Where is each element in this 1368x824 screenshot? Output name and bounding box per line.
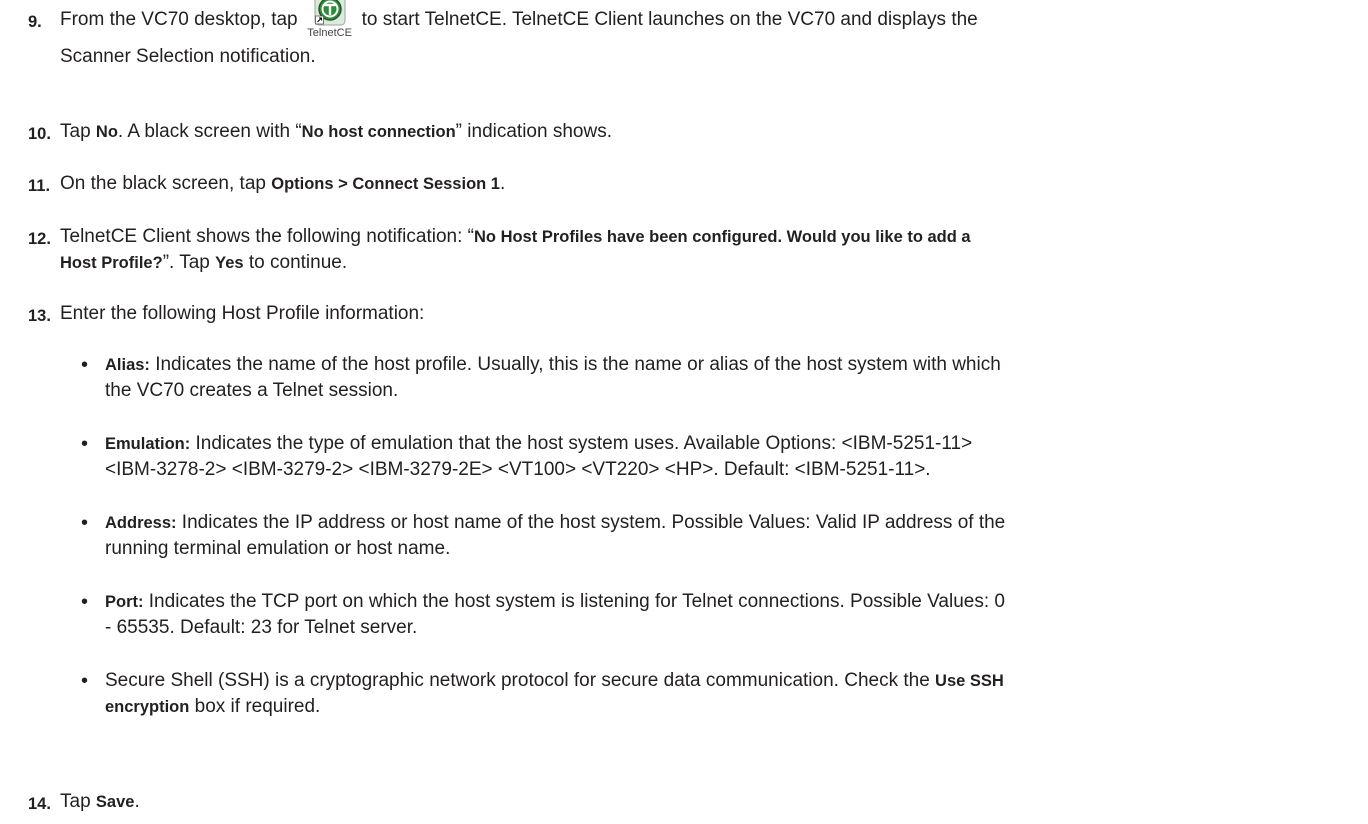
field-term: Emulation: [105, 435, 191, 453]
step-number: 12. [28, 230, 51, 248]
step-14: 14. Tap Save. [28, 790, 1350, 814]
bullet-icon: • [81, 670, 89, 692]
icon-caption: TelnetCE [307, 27, 352, 39]
field-term: Alias: [105, 356, 150, 374]
step-text-line2: Scanner Selection notification. [60, 46, 316, 67]
ui-label-host-profile-question: Host Profile? [60, 254, 163, 272]
step-text: Tap [60, 121, 96, 142]
step-number: 11. [28, 177, 51, 195]
list-item-alias: • Alias: Indicates the name of the host … [81, 352, 1350, 404]
step-text: On the black screen, tap [60, 173, 272, 194]
ui-label-no: No [95, 123, 118, 141]
field-description: Secure Shell (SSH) is a cryptographic ne… [105, 670, 936, 691]
step-number: 10. [28, 125, 51, 143]
ui-label-no-host-connection: No host connection [301, 123, 456, 141]
telnetce-app-shortcut[interactable]: TelnetCE [307, 0, 352, 39]
ui-label-yes: Yes [215, 254, 244, 272]
list-item-address: • Address: Indicates the IP address or h… [81, 510, 1350, 562]
bullet-icon: • [81, 354, 89, 376]
step-text: to start TelnetCE. TelnetCE Client launc… [361, 9, 978, 30]
field-description: - 65535. Default: 23 for Telnet server. [105, 617, 418, 638]
field-description: Indicates the name of the host profile. … [149, 354, 1001, 375]
step-12: 12. TelnetCE Client shows the following … [28, 225, 1350, 275]
ui-label-save: Save [95, 793, 135, 811]
step-text: Enter the following Host Profile informa… [60, 303, 425, 324]
instruction-page: 9. From the VC70 desktop, tap TelnetCE to… [0, 0, 1368, 824]
field-description: Indicates the IP address or host name of… [176, 512, 1006, 533]
bullet-icon: • [81, 591, 89, 613]
field-description: Indicates the type of emulation that the… [190, 433, 973, 454]
field-description: <IBM-3278-2> <IBM-3279-2> <IBM-3279-2E> … [105, 459, 931, 480]
step-11: 11. On the black screen, tap Options > C… [28, 172, 1350, 196]
ui-label-connect-session: Options > Connect Session 1 [271, 175, 500, 193]
ui-label-encryption: encryption [105, 698, 190, 716]
step-text: ”. Tap [162, 252, 216, 273]
field-description: the VC70 creates a Telnet session. [105, 380, 399, 401]
step-number: 9. [28, 13, 42, 31]
list-item-emulation: • Emulation: Indicates the type of emula… [81, 431, 1350, 483]
step-10: 10. Tap No. A black screen with “No host… [28, 120, 1350, 144]
step-9: 9. From the VC70 desktop, tap TelnetCE to… [28, 0, 1350, 69]
ui-label-notification: No Host Profiles have been configured. W… [473, 228, 971, 246]
step-number: 13. [28, 307, 51, 325]
step-number: 14. [28, 795, 51, 813]
bullet-icon: • [81, 512, 89, 534]
step-text: to continue. [243, 252, 348, 273]
step-text: . [134, 791, 140, 812]
field-description: box if required. [189, 696, 321, 717]
field-description: running terminal emulation or host name. [105, 538, 451, 559]
step-text: . A black screen with “ [117, 121, 302, 142]
list-item-port: • Port: Indicates the TCP port on which … [81, 589, 1350, 641]
ui-label-use-ssh: Use SSH [935, 672, 1004, 690]
telnetce-app-icon [314, 0, 346, 26]
field-term: Address: [105, 514, 177, 532]
step-text: From the VC70 desktop, tap [60, 9, 298, 30]
step-text: ” indication shows. [455, 121, 612, 142]
step-13: 13. Enter the following Host Profile inf… [28, 302, 1350, 326]
bullet-icon: • [81, 433, 89, 455]
list-item-ssh: • Secure Shell (SSH) is a cryptographic … [81, 668, 1350, 720]
step-text: . [500, 173, 506, 194]
step-text: TelnetCE Client shows the following noti… [60, 226, 474, 247]
step-text: Tap [60, 791, 96, 812]
field-term: Port: [105, 593, 144, 611]
field-description: Indicates the TCP port on which the host… [143, 591, 1005, 612]
